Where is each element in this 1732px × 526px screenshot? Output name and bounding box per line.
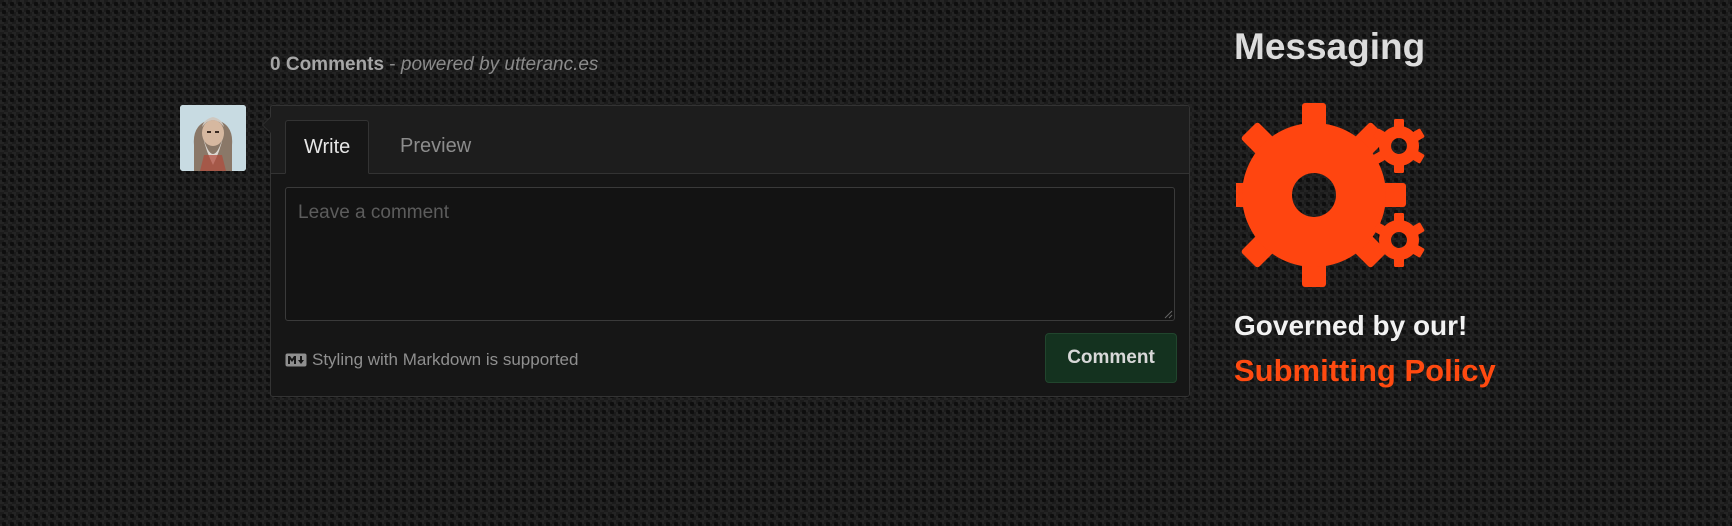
markdown-note-label: Styling with Markdown is supported	[312, 350, 579, 369]
messaging-title: Messaging	[1234, 26, 1426, 67]
comment-textarea[interactable]	[285, 187, 1175, 321]
editor-tabbar: Write Preview	[271, 106, 1189, 174]
markdown-note: Styling with Markdown is supported	[285, 350, 578, 370]
gears-icon	[1236, 103, 1425, 287]
avatar-portrait-icon	[180, 105, 246, 171]
tab-preview[interactable]: Preview	[382, 120, 489, 173]
tab-write[interactable]: Write	[285, 120, 370, 174]
resize-grip-icon[interactable]	[1164, 310, 1173, 319]
comment-button[interactable]: Comment	[1045, 333, 1177, 383]
comments-count: 0 Comments	[270, 54, 385, 75]
powered-by-link[interactable]: powered by utteranc.es	[401, 54, 599, 75]
submitting-policy-link[interactable]: Submitting Policy	[1234, 353, 1496, 389]
governed-text: Governed by our!	[1234, 310, 1468, 341]
comments-separator: -	[384, 54, 401, 75]
avatar[interactable]	[180, 105, 246, 171]
comments-header: 0 Comments - powered by utteranc.es	[270, 54, 598, 76]
comment-editor: Write Preview Styling with Markdown is s…	[262, 105, 1190, 397]
markdown-icon	[285, 353, 307, 367]
